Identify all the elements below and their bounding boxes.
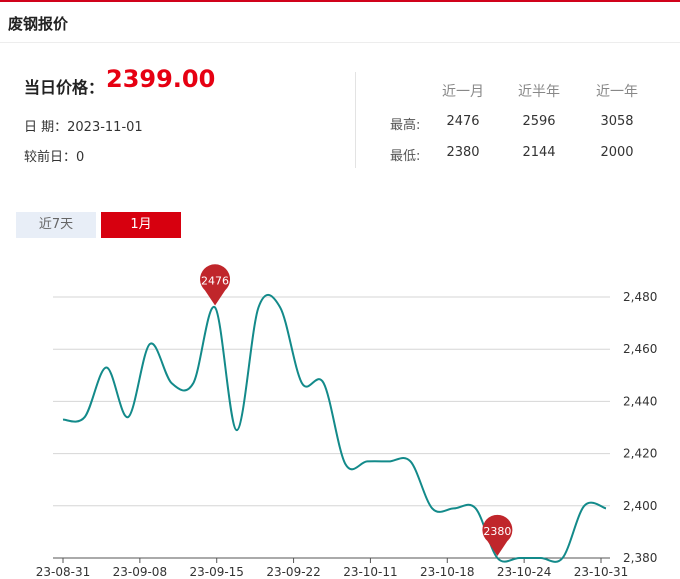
x-tick-label: 23-10-24 [497,565,551,579]
y-tick-label: 2,480 [623,290,657,304]
x-tick-label: 23-08-31 [36,565,90,579]
x-tick-label: 23-10-18 [420,565,474,579]
x-tick-label: 23-09-22 [266,565,320,579]
marker-label: 2476 [201,274,229,287]
price-chart: 2,380 2,400 2,420 2,440 2,460 2,480 23-08-31 23… [36,264,657,579]
marker-label: 2380 [483,525,511,538]
price-series-line [62,294,607,563]
x-tick-label: 23-10-31 [574,565,628,579]
y-tick-label: 2,420 [623,447,657,461]
y-tick-label: 2,460 [623,342,657,356]
y-tick-label: 2,440 [623,394,657,408]
x-tick-label: 23-09-08 [113,565,167,579]
y-tick-label: 2,400 [623,499,657,513]
x-tick-label: 23-10-11 [343,565,397,579]
y-tick-label: 2,380 [623,551,657,565]
x-tick-label: 23-09-15 [189,565,243,579]
